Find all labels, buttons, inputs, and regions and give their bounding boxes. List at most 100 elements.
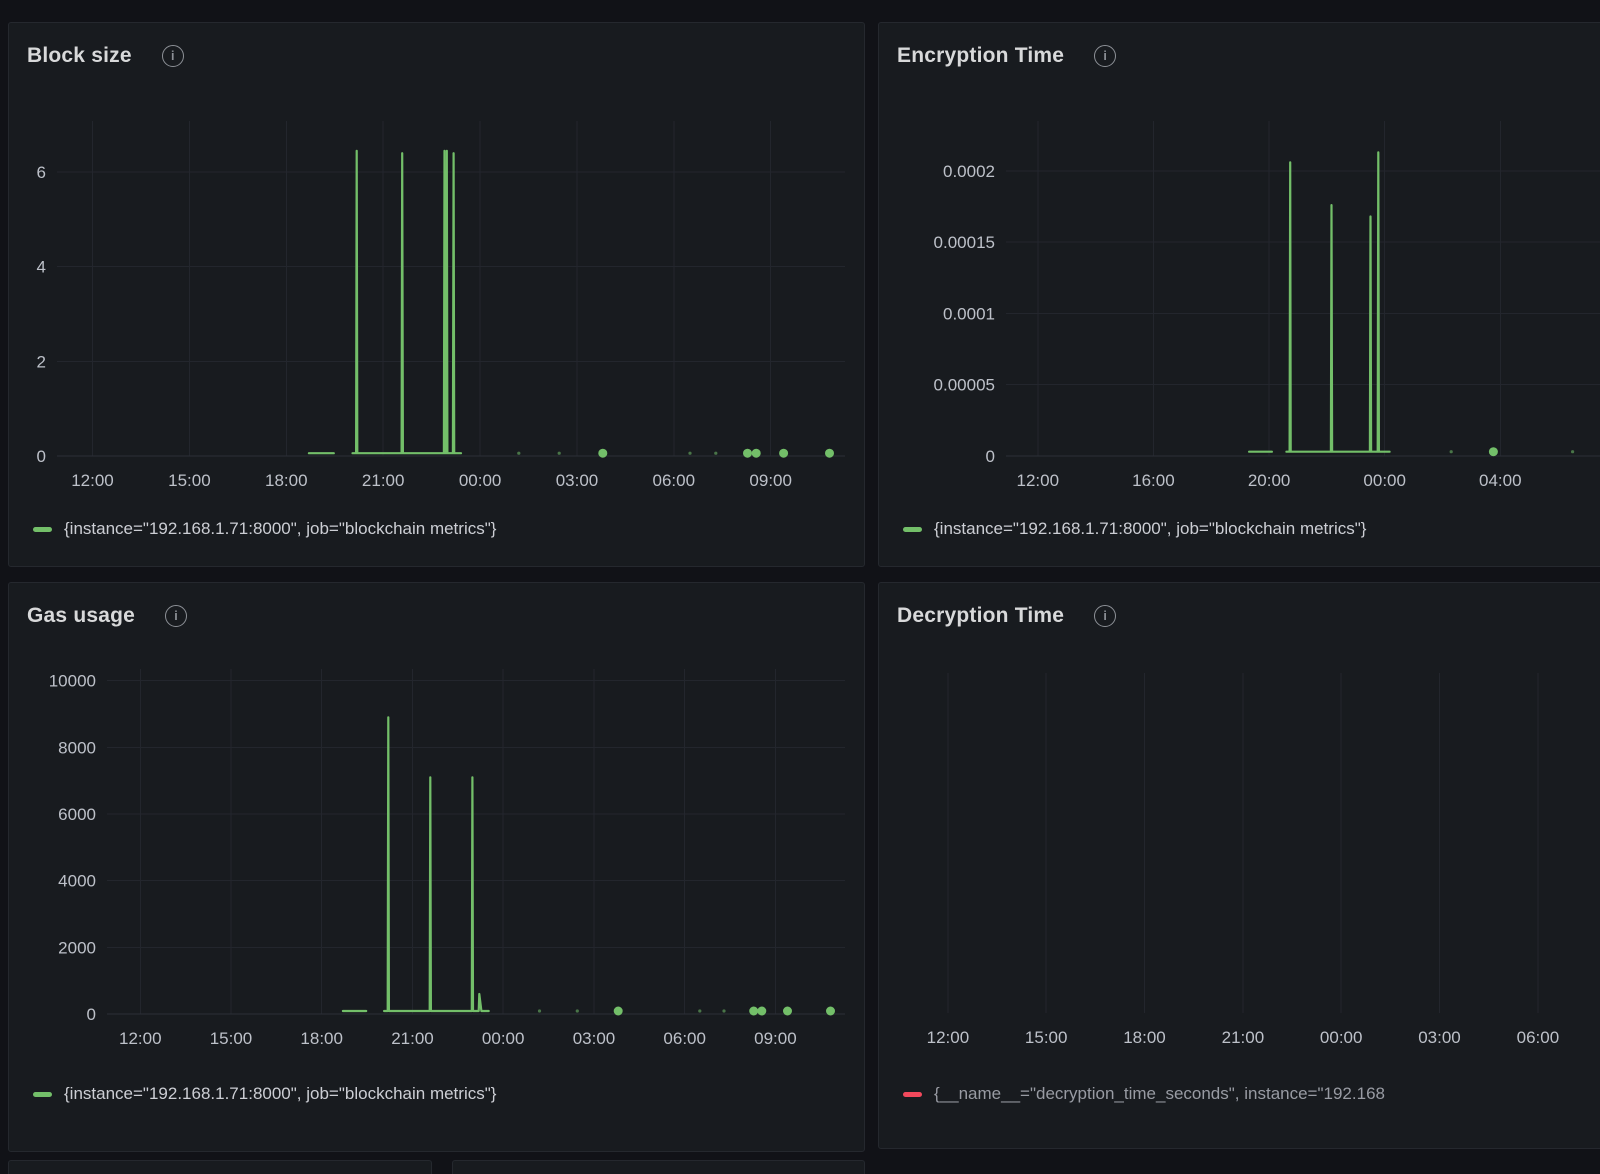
panel-decryption-time: Decryption Time i 12:00 15:00 18:00 21:00 00… <box>878 582 1600 1149</box>
info-circle-icon[interactable]: i <box>162 45 184 67</box>
legend-row: {instance="192.168.1.71:8000", job="bloc… <box>33 518 853 540</box>
minor-data-point <box>688 452 691 455</box>
minor-data-point <box>714 452 717 455</box>
y-tick-label: 0.0001 <box>943 304 995 323</box>
x-tick-label: 06:00 <box>653 471 696 490</box>
x-tick-label: 09:00 <box>749 471 792 490</box>
y-tick-label: 10000 <box>49 672 96 691</box>
data-point <box>826 1007 835 1016</box>
panel-block-size: Block size i 0 2 4 6 12:00 15:00 18:00 21:00 00:… <box>8 22 865 567</box>
panel-header[interactable]: Gas usage i <box>9 583 864 631</box>
x-tick-label: 20:00 <box>1248 471 1291 490</box>
x-tick-label: 21:00 <box>391 1029 434 1048</box>
minor-data-point <box>576 1009 579 1012</box>
y-tick-label: 0.0002 <box>943 162 995 181</box>
y-tick-label: 0 <box>986 447 995 466</box>
x-tick-label: 00:00 <box>1363 471 1406 490</box>
y-tick-label: 0.00015 <box>934 233 995 252</box>
y-tick-label: 4 <box>37 258 46 277</box>
panel-header[interactable]: Encryption Time i <box>879 23 1600 71</box>
data-point <box>614 1007 623 1016</box>
x-tick-label: 18:00 <box>265 471 308 490</box>
y-tick-label: 6000 <box>58 805 96 824</box>
minor-data-point <box>1450 450 1453 453</box>
panel-title: Encryption Time <box>897 43 1064 69</box>
data-point <box>743 449 752 458</box>
legend-swatch <box>903 527 922 532</box>
minor-data-point <box>517 452 520 455</box>
panel-encryption-time: Encryption Time i 00.000050.00010.000150… <box>878 22 1600 567</box>
legend-swatch <box>903 1092 922 1097</box>
data-point <box>825 449 834 458</box>
legend-series-label[interactable]: {__name__="decryption_time_seconds", ins… <box>934 1083 1385 1105</box>
legend-series-label[interactable]: {instance="192.168.1.71:8000", job="bloc… <box>64 1083 496 1105</box>
series-line <box>384 717 489 1011</box>
gas-usage-chart[interactable]: 0 2000 4000 6000 8000 10000 12:00 15:00 18:00 21:… <box>9 643 864 1083</box>
minor-data-point <box>1571 450 1574 453</box>
x-tick-label: 03:00 <box>1418 1028 1461 1047</box>
legend-row: {instance="192.168.1.71:8000", job="bloc… <box>33 1083 853 1105</box>
x-tick-label: 15:00 <box>1025 1028 1068 1047</box>
x-tick-label: 12:00 <box>927 1028 970 1047</box>
x-tick-label: 09:00 <box>754 1029 797 1048</box>
info-circle-icon[interactable]: i <box>1094 45 1116 67</box>
y-tick-label: 8000 <box>58 738 96 757</box>
decryption-time-chart[interactable]: 12:00 15:00 18:00 21:00 00:00 03:00 06:00 <box>879 643 1600 1083</box>
panel-header[interactable]: Block size i <box>9 23 864 71</box>
data-point <box>779 449 788 458</box>
series-line <box>1286 152 1389 451</box>
data-point <box>1489 447 1498 456</box>
x-tick-label: 21:00 <box>362 471 405 490</box>
x-tick-label: 16:00 <box>1132 471 1175 490</box>
data-point <box>783 1007 792 1016</box>
x-tick-label: 18:00 <box>300 1029 343 1048</box>
x-tick-label: 00:00 <box>1320 1028 1363 1047</box>
info-circle-icon[interactable]: i <box>1094 605 1116 627</box>
encryption-time-chart[interactable]: 0 0.00005 0.0001 0.00015 0.0002 12:00 16:00 20:… <box>879 93 1600 523</box>
minor-data-point <box>538 1009 541 1012</box>
y-tick-label: 2000 <box>58 938 96 957</box>
data-point <box>749 1007 758 1016</box>
x-tick-label: 21:00 <box>1222 1028 1265 1047</box>
legend-swatch <box>33 1092 52 1097</box>
x-tick-label: 18:00 <box>1123 1028 1166 1047</box>
x-tick-label: 15:00 <box>210 1029 253 1048</box>
panel-title: Block size <box>27 43 132 69</box>
x-tick-label: 06:00 <box>1517 1028 1560 1047</box>
legend-row: {instance="192.168.1.71:8000", job="bloc… <box>903 518 1600 540</box>
y-tick-label: 0 <box>87 1005 96 1024</box>
x-tick-label: 03:00 <box>556 471 599 490</box>
data-point <box>757 1007 766 1016</box>
minor-data-point <box>558 452 561 455</box>
x-tick-label: 00:00 <box>482 1029 525 1048</box>
y-tick-label: 4000 <box>58 872 96 891</box>
x-tick-label: 12:00 <box>119 1029 162 1048</box>
x-tick-label: 00:00 <box>459 471 502 490</box>
minor-data-point <box>722 1009 725 1012</box>
block-size-chart[interactable]: 0 2 4 6 12:00 15:00 18:00 21:00 00:00 03:00 06:00 0… <box>9 93 864 523</box>
x-tick-label: 12:00 <box>71 471 114 490</box>
panel-header[interactable]: Decryption Time i <box>879 583 1600 631</box>
legend-series-label[interactable]: {instance="192.168.1.71:8000", job="bloc… <box>934 518 1366 540</box>
y-tick-label: 2 <box>37 352 46 371</box>
panel-gas-usage: Gas usage i 0 2000 4000 6000 8000 10000 12:00 1… <box>8 582 865 1152</box>
panel-title: Decryption Time <box>897 603 1064 629</box>
x-tick-label: 03:00 <box>573 1029 616 1048</box>
data-point <box>752 449 761 458</box>
grafana-dashboard: { "colors": { "page_bg": "#111217", "pan… <box>0 0 1600 1172</box>
series-line <box>353 151 462 453</box>
x-tick-label: 04:00 <box>1479 471 1522 490</box>
x-tick-label: 15:00 <box>168 471 211 490</box>
y-tick-label: 6 <box>37 163 46 182</box>
panel-title: Gas usage <box>27 603 135 629</box>
y-tick-label: 0 <box>37 447 46 466</box>
data-point <box>598 449 607 458</box>
minor-data-point <box>698 1009 701 1012</box>
x-tick-label: 06:00 <box>663 1029 706 1048</box>
legend-swatch <box>33 527 52 532</box>
y-tick-label: 0.00005 <box>934 376 995 395</box>
info-circle-icon[interactable]: i <box>165 605 187 627</box>
x-tick-label: 12:00 <box>1017 471 1060 490</box>
legend-series-label[interactable]: {instance="192.168.1.71:8000", job="bloc… <box>64 518 496 540</box>
legend-row: {__name__="decryption_time_seconds", ins… <box>903 1083 1600 1105</box>
